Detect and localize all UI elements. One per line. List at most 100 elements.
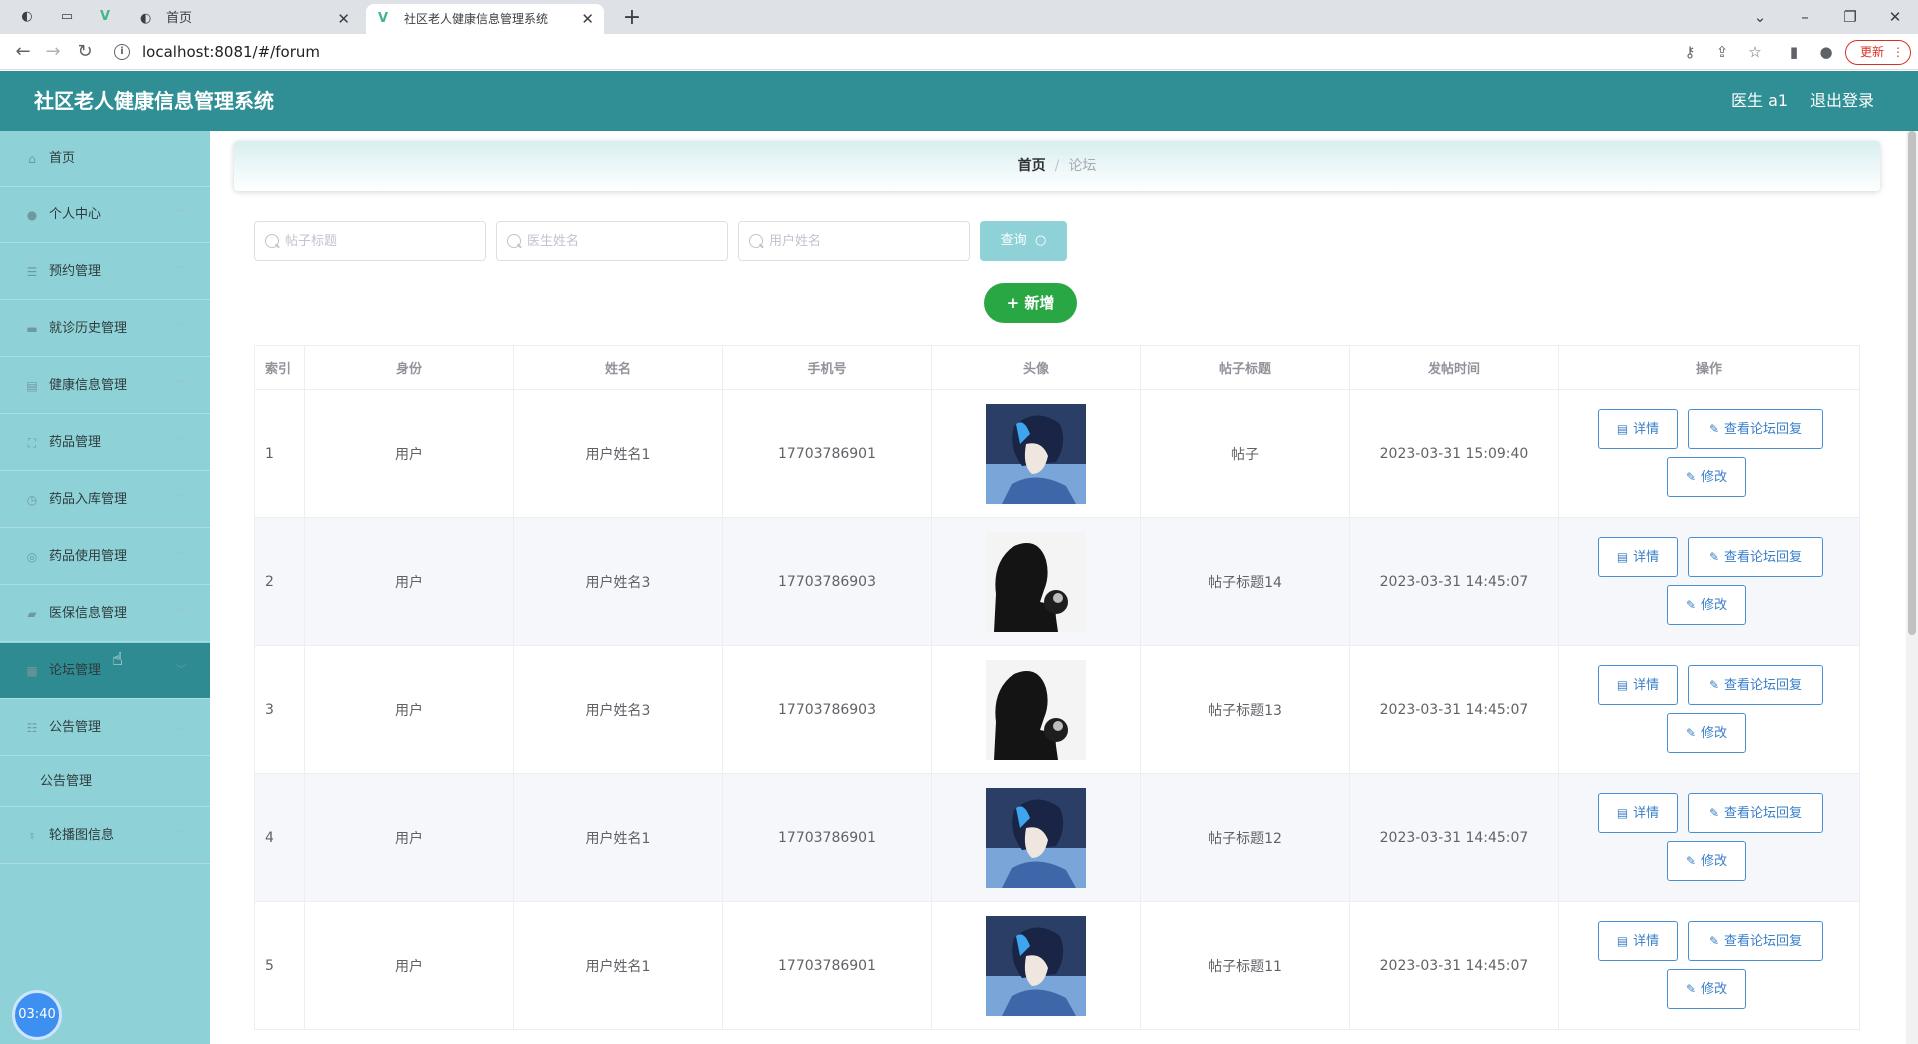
- edit-button[interactable]: ✎ 修改: [1667, 713, 1746, 753]
- breadcrumb-home[interactable]: 首页: [1018, 158, 1046, 174]
- vue-icon[interactable]: V: [96, 8, 114, 26]
- forward-icon[interactable]: →: [40, 40, 66, 64]
- sidebar-item-health-info[interactable]: ▤ 健康信息管理 ﹀: [0, 358, 210, 414]
- view-replies-button[interactable]: ✎ 查看论坛回复: [1688, 537, 1823, 577]
- new-tab-button[interactable]: +: [618, 4, 646, 32]
- app-header: 社区老人健康信息管理系统 医生 a1 退出登录: [0, 71, 1918, 131]
- chevron-down-icon: ﹀: [176, 494, 186, 505]
- view-replies-button[interactable]: ✎ 查看论坛回复: [1688, 409, 1823, 449]
- column-header-name: 姓名: [513, 345, 723, 390]
- globe-icon[interactable]: ◐: [18, 8, 36, 26]
- cell-index: 1: [254, 389, 305, 518]
- tab-search-icon[interactable]: ⌄: [1740, 4, 1780, 30]
- sidebar-item-medicine-stock-in[interactable]: ◷ 药品入库管理 ﹀: [0, 472, 210, 528]
- user-name-search[interactable]: [738, 221, 970, 261]
- sidebar-item-appointments[interactable]: ☰ 预约管理 ﹀: [0, 244, 210, 300]
- restore-icon[interactable]: ❐: [1830, 4, 1870, 30]
- close-window-icon[interactable]: ✕: [1875, 4, 1915, 30]
- table-row: 3 用户 用户姓名3 17703786903 帖子标题13 2023-03-31…: [254, 645, 1860, 774]
- sidebar-item-label: 医保信息管理: [49, 606, 128, 621]
- profile-icon[interactable]: ●: [1816, 42, 1836, 62]
- cell-title: 帖子标题12: [1140, 773, 1350, 902]
- minimize-icon[interactable]: –: [1785, 4, 1825, 30]
- view-replies-button[interactable]: ✎ 查看论坛回复: [1688, 665, 1823, 705]
- cell-index: 5: [254, 901, 305, 1030]
- close-icon[interactable]: ✕: [581, 4, 594, 34]
- doctor-name-search[interactable]: [496, 221, 728, 261]
- close-icon[interactable]: ✕: [337, 4, 350, 34]
- column-header-title: 帖子标题: [1140, 345, 1350, 390]
- search-icon: [749, 234, 763, 248]
- view-replies-button[interactable]: ✎ 查看论坛回复: [1688, 793, 1823, 833]
- cell-index: 3: [254, 645, 305, 774]
- sidebar-item-medicine-usage[interactable]: ◎ 药品使用管理 ﹀: [0, 529, 210, 585]
- star-icon[interactable]: ☆: [1745, 42, 1765, 62]
- sidebar-subitem-announcements[interactable]: 公告管理: [0, 757, 210, 807]
- breadcrumb: 首页 / 论坛: [234, 141, 1880, 191]
- cell-index: 2: [254, 517, 305, 646]
- column-header-time: 发帖时间: [1349, 345, 1559, 390]
- browser-tab-active[interactable]: V 社区老人健康信息管理系统 ✕: [366, 4, 604, 34]
- detail-button[interactable]: ▤ 详情: [1598, 665, 1678, 705]
- avatar[interactable]: [986, 659, 1086, 760]
- list-icon: ☰: [26, 265, 38, 279]
- detail-button[interactable]: ▤ 详情: [1598, 793, 1678, 833]
- target-icon: ◎: [26, 550, 38, 564]
- clipboard-icon: ▤: [26, 379, 38, 393]
- sidebar-item-home[interactable]: ⌂ 首页: [0, 131, 210, 187]
- sidebar-item-profile[interactable]: ● 个人中心 ﹀: [0, 187, 210, 243]
- url-field[interactable]: i localhost:8081/#/forum: [108, 39, 1688, 65]
- detail-button[interactable]: ▤ 详情: [1598, 537, 1678, 577]
- detail-button[interactable]: ▤ 详情: [1598, 409, 1678, 449]
- cell-name: 用户姓名1: [513, 773, 723, 902]
- clock-widget[interactable]: 03:40: [12, 990, 62, 1040]
- detail-button[interactable]: ▤ 详情: [1598, 921, 1678, 961]
- browser-tab-bar: ◐ ▭ V ◐ 首页 ✕ V 社区老人健康信息管理系统 ✕ + ⌄ – ❐ ✕: [0, 0, 1918, 34]
- avatar[interactable]: [986, 531, 1086, 632]
- sidebar-item-medicine[interactable]: ⛶ 药品管理 ﹀: [0, 415, 210, 471]
- cell-name: 用户姓名3: [513, 517, 723, 646]
- cell-avatar: [931, 517, 1141, 646]
- current-user: 医生 a1: [1731, 91, 1789, 110]
- cell-avatar: [931, 389, 1141, 518]
- cell-role: 用户: [304, 645, 514, 774]
- post-title-input[interactable]: [285, 222, 480, 260]
- detail-label: 详情: [1633, 678, 1660, 693]
- reload-icon[interactable]: ↻: [72, 40, 98, 64]
- sidebar-item-insurance[interactable]: ▰ 医保信息管理 ﹀: [0, 586, 210, 642]
- page-icon[interactable]: ▭: [58, 8, 76, 26]
- scrollbar-thumb[interactable]: [1908, 131, 1916, 635]
- avatar[interactable]: [986, 787, 1086, 888]
- view-replies-button[interactable]: ✎ 查看论坛回复: [1688, 921, 1823, 961]
- share-icon[interactable]: ⇪: [1712, 42, 1732, 62]
- update-button[interactable]: 更新 ⋮: [1845, 40, 1911, 65]
- avatar[interactable]: [986, 403, 1086, 504]
- post-title-search[interactable]: [254, 221, 486, 261]
- avatar[interactable]: [986, 915, 1086, 1016]
- chevron-down-icon: ﹀: [176, 209, 186, 220]
- sidebar-item-visit-history[interactable]: ▬ 就诊历史管理 ﹀: [0, 301, 210, 357]
- add-button[interactable]: + 新增: [984, 283, 1077, 323]
- key-icon[interactable]: ⚷: [1680, 42, 1700, 62]
- sidebar-item-carousel[interactable]: ♮ 轮播图信息 ﹀: [0, 808, 210, 864]
- sidebar-item-forum[interactable]: ▦ 论坛管理 ﹀: [0, 643, 210, 699]
- sidebar: ⌂ 首页 ● 个人中心 ﹀ ☰ 预约管理 ﹀ ▬ 就诊历史管理 ﹀ ▤ 健康信息…: [0, 131, 210, 1044]
- doctor-name-input[interactable]: [527, 222, 722, 260]
- edit-button[interactable]: ✎ 修改: [1667, 457, 1746, 497]
- edit-button[interactable]: ✎ 修改: [1667, 969, 1746, 1009]
- query-button[interactable]: 查询 ○: [980, 221, 1067, 261]
- info-icon[interactable]: i: [114, 44, 130, 60]
- sidepanel-icon[interactable]: ▮: [1784, 42, 1804, 62]
- edit-button[interactable]: ✎ 修改: [1667, 841, 1746, 881]
- pen-icon: ✎: [1685, 854, 1697, 868]
- search-icon: ○: [1030, 233, 1047, 248]
- logout-link[interactable]: 退出登录: [1810, 71, 1874, 131]
- edit-button[interactable]: ✎ 修改: [1667, 585, 1746, 625]
- sidebar-item-announcements[interactable]: ☷ 公告管理 ︿: [0, 700, 210, 756]
- user-name-input[interactable]: [769, 222, 964, 260]
- chevron-down-icon: ﹀: [176, 380, 186, 391]
- back-icon[interactable]: ←: [10, 40, 36, 64]
- reply-label: 查看论坛回复: [1724, 806, 1803, 821]
- browser-tab-home[interactable]: ◐ 首页 ✕: [128, 4, 360, 34]
- grid-icon: ▦: [26, 664, 38, 678]
